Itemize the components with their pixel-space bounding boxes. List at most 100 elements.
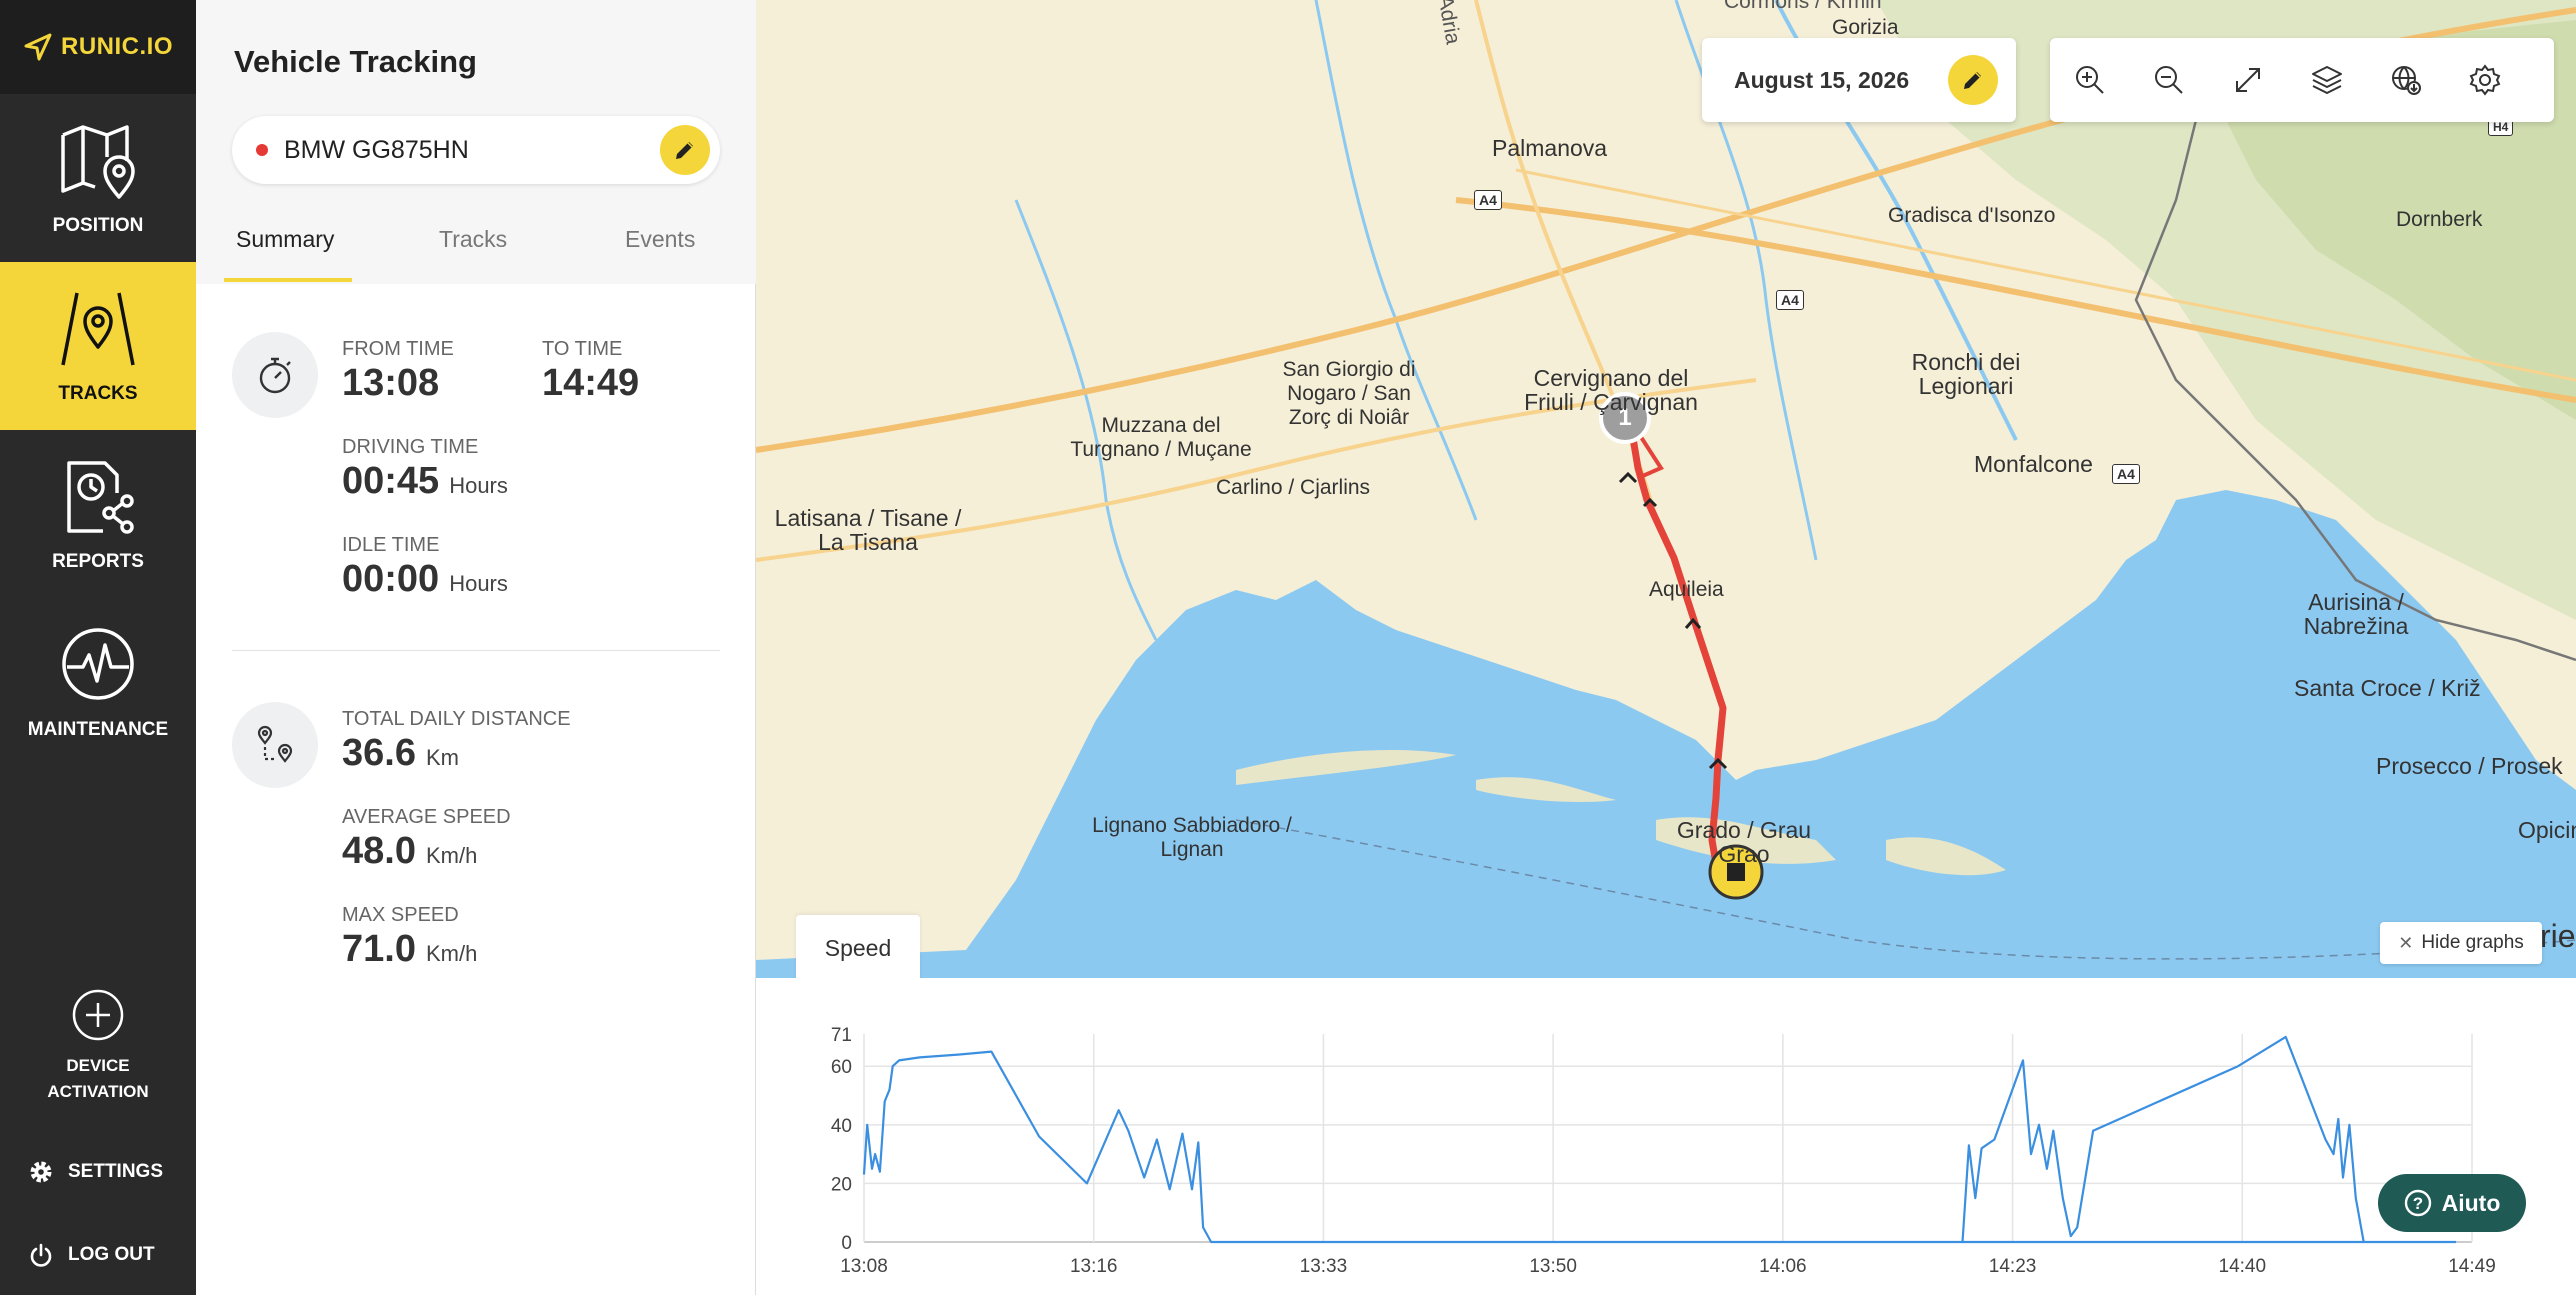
power-icon	[30, 1243, 52, 1267]
route-distance-icon	[232, 702, 318, 788]
y-tick-label: 40	[831, 1116, 852, 1137]
nav-reports-label: REPORTS	[52, 551, 144, 572]
distance-number: 36.6	[342, 732, 416, 774]
distance-label: TOTAL DAILY DISTANCE	[342, 708, 571, 730]
gear-icon	[2469, 64, 2500, 96]
logo[interactable]: RUNIC.IO	[0, 0, 196, 94]
tab-summary[interactable]: Summary	[236, 226, 334, 253]
max-speed-unit: Km/h	[425, 941, 478, 966]
avg-speed-number: 48.0	[342, 830, 416, 872]
svg-text:?: ?	[2412, 1194, 2422, 1213]
x-tick-label: 14:23	[1989, 1256, 2037, 1277]
map-label-gradisca: Gradisca d'Isonzo	[1888, 204, 2056, 227]
panel-title: Vehicle Tracking	[234, 44, 477, 79]
map-label-ronchi: Ronchi dei Legionari	[1911, 349, 2021, 399]
nav-position[interactable]: POSITION	[0, 94, 196, 262]
logo-arrow-icon	[24, 33, 52, 61]
map-label-muzzana: Muzzana del Turgnano / Muçane	[1070, 414, 1252, 461]
tab-tracks[interactable]: Tracks	[439, 226, 507, 253]
vehicle-edit-button[interactable]	[660, 125, 710, 175]
map-label-aurisina: Aurisina / Nabrežina	[2303, 589, 2409, 639]
layers-icon	[2311, 66, 2342, 94]
globe-icon	[2391, 66, 2421, 95]
hide-graphs-button[interactable]: ✕ Hide graphs	[2380, 922, 2542, 964]
map-label-carlino: Carlino / Cjarlins	[1216, 476, 1371, 499]
section-divider	[232, 650, 720, 651]
from-time-value: 13:08	[342, 362, 440, 404]
speed-series-line	[862, 1050, 2457, 1244]
map-label-sangiorgio: San Giorgio di Nogaro / San Zorç di Noiâ…	[1282, 358, 1416, 429]
gear-icon	[30, 1161, 52, 1183]
stopwatch-icon	[232, 332, 318, 418]
vehicle-selector[interactable]: BMW GG875HN	[232, 116, 720, 184]
nav-maintenance[interactable]: MAINTENANCE	[0, 598, 196, 766]
plus-circle-icon	[72, 989, 124, 1041]
nav-tracks[interactable]: TRACKS	[0, 262, 196, 430]
x-tick-label: 14:06	[1759, 1256, 1807, 1277]
logout-link[interactable]: LOG OUT	[0, 1215, 196, 1295]
logout-label: LOG OUT	[68, 1244, 155, 1265]
x-tick-label: 14:40	[2219, 1256, 2267, 1277]
idle-time-value: 00:00 Hours	[342, 558, 508, 601]
tracking-panel: Vehicle Tracking BMW GG875HN Summary Tra…	[196, 0, 756, 1295]
y-tick-label: 0	[841, 1233, 852, 1254]
driving-time-label: DRIVING TIME	[342, 436, 479, 458]
help-button[interactable]: ? Aiuto	[2378, 1174, 2526, 1232]
settings-link[interactable]: SETTINGS	[0, 1132, 196, 1212]
map-label-gorizia: Gorizia	[1832, 16, 1899, 39]
map-label-dornberk: Dornberk	[2396, 208, 2483, 231]
tab-events[interactable]: Events	[625, 226, 695, 253]
map-pin-icon	[61, 125, 135, 199]
sidebar: RUNIC.IO POSITION TRACKS REPORTS MAINTEN…	[0, 0, 196, 1295]
x-tick-label: 13:16	[1070, 1256, 1118, 1277]
help-label: Aiuto	[2441, 1189, 2501, 1216]
date-edit-button[interactable]	[1948, 55, 1998, 105]
road-shield-a4: A4	[2112, 464, 2140, 484]
speed-series-line	[1961, 1035, 2365, 1243]
distance-value: 36.6 Km	[342, 732, 459, 775]
reports-icon	[67, 461, 134, 534]
pulse-icon	[62, 628, 134, 700]
zoom-out-icon	[2154, 66, 2183, 94]
zoom-out-button[interactable]	[2129, 38, 2208, 122]
nav-tracks-label: TRACKS	[58, 383, 138, 404]
settings-label: SETTINGS	[68, 1161, 164, 1182]
date-picker[interactable]: August 15, 2026	[1702, 38, 2016, 122]
pencil-icon	[1964, 72, 1981, 89]
y-tick-label: 60	[831, 1057, 852, 1078]
map-base	[756, 0, 2576, 978]
idle-time-unit: Hours	[449, 571, 508, 596]
help-icon: ?	[2404, 1189, 2431, 1217]
max-speed-value: 71.0 Km/h	[342, 928, 477, 971]
road-shield-a4: A4	[1474, 190, 1502, 210]
road-shield-a4: A4	[1776, 290, 1804, 310]
avg-speed-value: 48.0 Km/h	[342, 830, 477, 873]
max-speed-number: 71.0	[342, 928, 416, 970]
vehicle-status-dot	[256, 144, 268, 156]
map-label-grado: Grado / Grau Grao	[1676, 817, 1812, 867]
map-label-aquileia: Aquileia	[1649, 578, 1724, 601]
vehicle-name: BMW GG875HN	[284, 135, 469, 164]
expand-icon	[2235, 68, 2260, 92]
logo-text: RUNIC.IO	[61, 33, 173, 60]
nav-device-activation[interactable]: DEVICE ACTIVATION	[0, 970, 196, 1120]
map-settings-button[interactable]	[2445, 38, 2524, 122]
map-label-cervignano: Cervignano del Friuli / Çarvignan	[1524, 365, 1698, 415]
zoom-in-icon	[2075, 66, 2104, 94]
zoom-in-button[interactable]	[2050, 38, 2129, 122]
nav-reports[interactable]: REPORTS	[0, 430, 196, 598]
layers-button[interactable]	[2287, 38, 2366, 122]
speed-graph-tab[interactable]: Speed	[796, 915, 920, 981]
fullscreen-button[interactable]	[2208, 38, 2287, 122]
close-icon: ✕	[2398, 932, 2414, 953]
from-time-label: FROM TIME	[342, 338, 454, 360]
tracks-icon	[61, 292, 135, 366]
map-label-santacroce: Santa Croce / Križ	[2294, 675, 2481, 701]
panel-header: Vehicle Tracking BMW GG875HN Summary Tra…	[196, 0, 756, 284]
globe-download-button[interactable]	[2366, 38, 2445, 122]
nav-device-label: DEVICE ACTIVATION	[47, 1056, 149, 1101]
map-view[interactable]: 1 Palmanova Gorizia Cormons / Krmin Grad…	[756, 0, 2576, 978]
x-tick-label: 13:33	[1300, 1256, 1348, 1277]
idle-time-number: 00:00	[342, 558, 440, 600]
avg-speed-unit: Km/h	[425, 843, 478, 868]
